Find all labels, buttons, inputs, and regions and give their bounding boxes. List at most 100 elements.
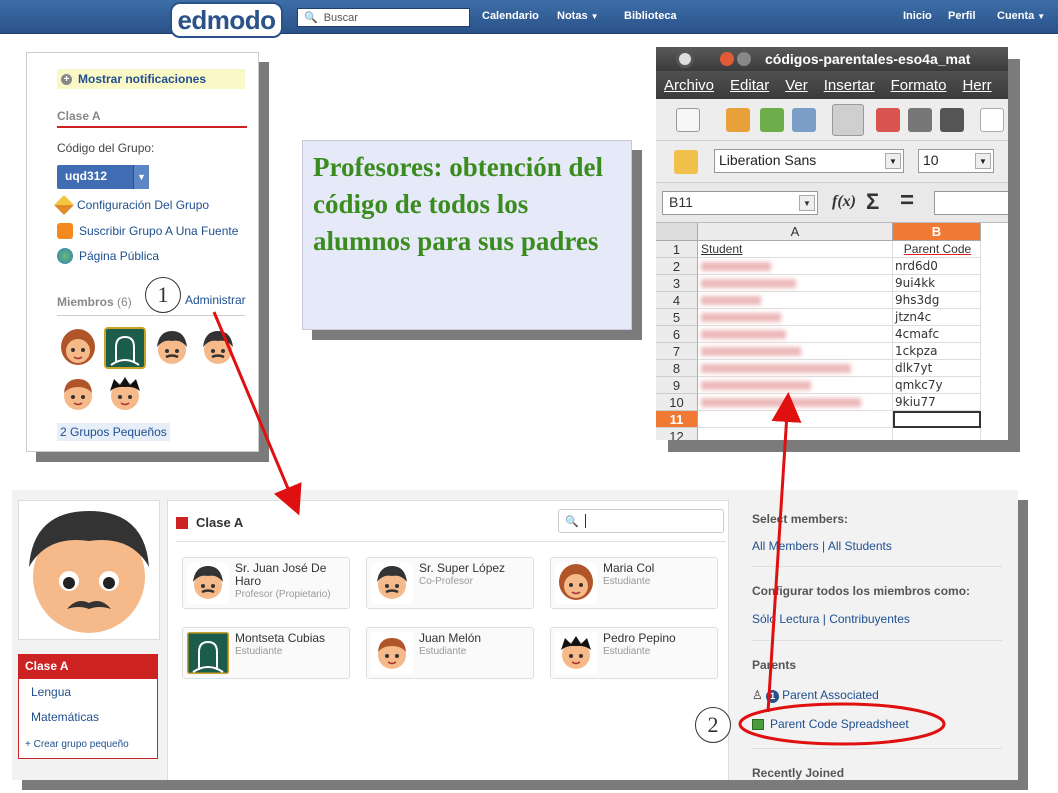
nav-profile[interactable]: Perfil bbox=[948, 10, 976, 22]
cell-a[interactable] bbox=[698, 428, 893, 440]
member-card[interactable]: Juan Melón Estudiante bbox=[366, 627, 534, 679]
show-notifications-button[interactable]: + Mostrar notificaciones bbox=[57, 69, 245, 89]
edmodo-logo[interactable]: edmodo bbox=[170, 2, 283, 38]
sum-icon[interactable]: Σ bbox=[866, 189, 879, 215]
cell-b[interactable]: 9ui4kk bbox=[893, 275, 981, 292]
class-nav-item[interactable]: Matemáticas bbox=[31, 710, 99, 724]
nav-home[interactable]: Inicio bbox=[903, 10, 932, 22]
cell-a[interactable] bbox=[698, 411, 893, 428]
row-header[interactable]: 12 bbox=[656, 428, 698, 440]
edit-mode-icon[interactable] bbox=[832, 104, 864, 136]
row-header[interactable]: 6 bbox=[656, 326, 698, 343]
row-header[interactable]: 1 bbox=[656, 241, 698, 258]
cell-a[interactable] bbox=[698, 326, 893, 343]
cell-b[interactable]: nrd6d0 bbox=[893, 258, 981, 275]
name-box[interactable]: B11 ▼ bbox=[662, 191, 818, 215]
contributors-link[interactable]: Contribuyentes bbox=[829, 612, 910, 626]
member-card[interactable]: Maria Col Estudiante bbox=[550, 557, 718, 609]
row-header[interactable]: 7 bbox=[656, 343, 698, 360]
cell-a[interactable] bbox=[698, 275, 893, 292]
administer-link[interactable]: Administrar bbox=[185, 293, 246, 307]
function-wizard-icon[interactable]: f(x) bbox=[832, 193, 856, 211]
cell-a[interactable] bbox=[698, 258, 893, 275]
row-header[interactable]: 4 bbox=[656, 292, 698, 309]
open-folder-icon[interactable] bbox=[726, 108, 750, 132]
spellcheck-icon[interactable] bbox=[980, 108, 1004, 132]
menu-tools[interactable]: Herr bbox=[962, 77, 991, 94]
small-groups-link[interactable]: 2 Grupos Pequeños bbox=[57, 423, 170, 441]
search-input[interactable]: 🔍 Buscar bbox=[297, 8, 470, 27]
print-preview-icon[interactable] bbox=[940, 108, 964, 132]
cell-a[interactable] bbox=[698, 377, 893, 394]
cell-a[interactable]: Student bbox=[698, 241, 893, 258]
font-name-select[interactable]: Liberation Sans ▼ bbox=[714, 149, 904, 173]
column-header-a[interactable]: A bbox=[698, 223, 893, 241]
row-header[interactable]: 8 bbox=[656, 360, 698, 377]
column-header-b[interactable]: B bbox=[893, 223, 981, 241]
parent-associated-link[interactable]: ♙ 1 Parent Associated bbox=[752, 688, 879, 703]
minimize-icon[interactable] bbox=[737, 52, 751, 66]
member-card[interactable]: Sr. Juan José De Haro Profesor (Propietar… bbox=[182, 557, 350, 609]
member-card[interactable]: Sr. Super López Co-Profesor bbox=[366, 557, 534, 609]
nav-grades[interactable]: Notas ▼ bbox=[557, 10, 598, 22]
nav-account[interactable]: Cuenta ▼ bbox=[997, 10, 1045, 22]
read-only-link[interactable]: Sólo Lectura bbox=[752, 612, 819, 626]
cell-a[interactable] bbox=[698, 343, 893, 360]
member-avatar-girl[interactable] bbox=[57, 327, 99, 369]
all-members-link[interactable]: All Members bbox=[752, 539, 819, 553]
cell-b[interactable]: 9hs3dg bbox=[893, 292, 981, 309]
class-nav-item[interactable]: Lengua bbox=[31, 685, 71, 699]
menu-edit[interactable]: Editar bbox=[730, 77, 769, 94]
create-small-group-link[interactable]: + Crear grupo pequeño bbox=[25, 739, 129, 750]
cell-b[interactable] bbox=[893, 428, 981, 440]
all-students-link[interactable]: All Students bbox=[828, 539, 892, 553]
nav-calendar[interactable]: Calendario bbox=[482, 10, 539, 22]
cell-b[interactable]: 9kiu77 bbox=[893, 394, 981, 411]
row-header[interactable]: 3 bbox=[656, 275, 698, 292]
row-header[interactable]: 10 bbox=[656, 394, 698, 411]
member-avatar-teacher[interactable] bbox=[151, 327, 193, 369]
cell-b[interactable]: 4cmafc bbox=[893, 326, 981, 343]
save-icon[interactable] bbox=[760, 108, 784, 132]
menu-insert[interactable]: Insertar bbox=[824, 77, 875, 94]
chevron-down-icon[interactable]: ▼ bbox=[133, 165, 149, 189]
group-settings-link[interactable]: Configuración Del Grupo bbox=[54, 195, 209, 215]
cell-a[interactable] bbox=[698, 394, 893, 411]
new-document-icon[interactable] bbox=[676, 108, 700, 132]
member-avatar-boy[interactable] bbox=[57, 373, 99, 415]
email-icon[interactable] bbox=[792, 108, 816, 132]
public-page-link[interactable]: Página Pública bbox=[57, 248, 159, 264]
cell-b[interactable]: qmkc7y bbox=[893, 377, 981, 394]
subscribe-feed-link[interactable]: Suscribir Grupo A Una Fuente bbox=[57, 223, 238, 239]
font-size-select[interactable]: 10 ▼ bbox=[918, 149, 994, 173]
member-card[interactable]: Pedro Pepino Estudiante bbox=[550, 627, 718, 679]
cell-a[interactable] bbox=[698, 292, 893, 309]
spreadsheet-grid[interactable]: A B 1 Student Parent Code 2 nrd6d0 3 9ui4kk 4 9h… bbox=[656, 223, 1008, 440]
cell-a[interactable] bbox=[698, 360, 893, 377]
export-pdf-icon[interactable] bbox=[876, 108, 900, 132]
class-nav-active[interactable]: Clase A bbox=[19, 655, 157, 679]
row-header[interactable]: 11 bbox=[656, 411, 698, 428]
menu-view[interactable]: Ver bbox=[785, 77, 808, 94]
styles-icon[interactable] bbox=[674, 150, 698, 174]
member-avatar-default[interactable] bbox=[104, 327, 146, 369]
cell-b[interactable] bbox=[893, 411, 981, 428]
member-search-input[interactable]: 🔍 bbox=[558, 509, 724, 533]
menu-format[interactable]: Formato bbox=[891, 77, 947, 94]
print-icon[interactable] bbox=[908, 108, 932, 132]
member-avatar-boy[interactable] bbox=[104, 373, 146, 415]
row-header[interactable]: 5 bbox=[656, 309, 698, 326]
group-code-control[interactable]: uqd312 ▼ bbox=[57, 165, 149, 189]
parent-code-spreadsheet-link[interactable]: Parent Code Spreadsheet bbox=[752, 717, 909, 731]
menu-file[interactable]: Archivo bbox=[664, 77, 714, 94]
member-avatar-teacher[interactable] bbox=[197, 327, 239, 369]
cell-b[interactable]: jtzn4c bbox=[893, 309, 981, 326]
cell-a[interactable] bbox=[698, 309, 893, 326]
cell-b[interactable]: dlk7yt bbox=[893, 360, 981, 377]
close-icon[interactable] bbox=[720, 52, 734, 66]
cell-b[interactable]: 1ckpza bbox=[893, 343, 981, 360]
row-header[interactable]: 2 bbox=[656, 258, 698, 275]
row-header[interactable]: 9 bbox=[656, 377, 698, 394]
cell-b[interactable]: Parent Code bbox=[893, 241, 981, 258]
member-card[interactable]: Montseta Cubias Estudiante bbox=[182, 627, 350, 679]
